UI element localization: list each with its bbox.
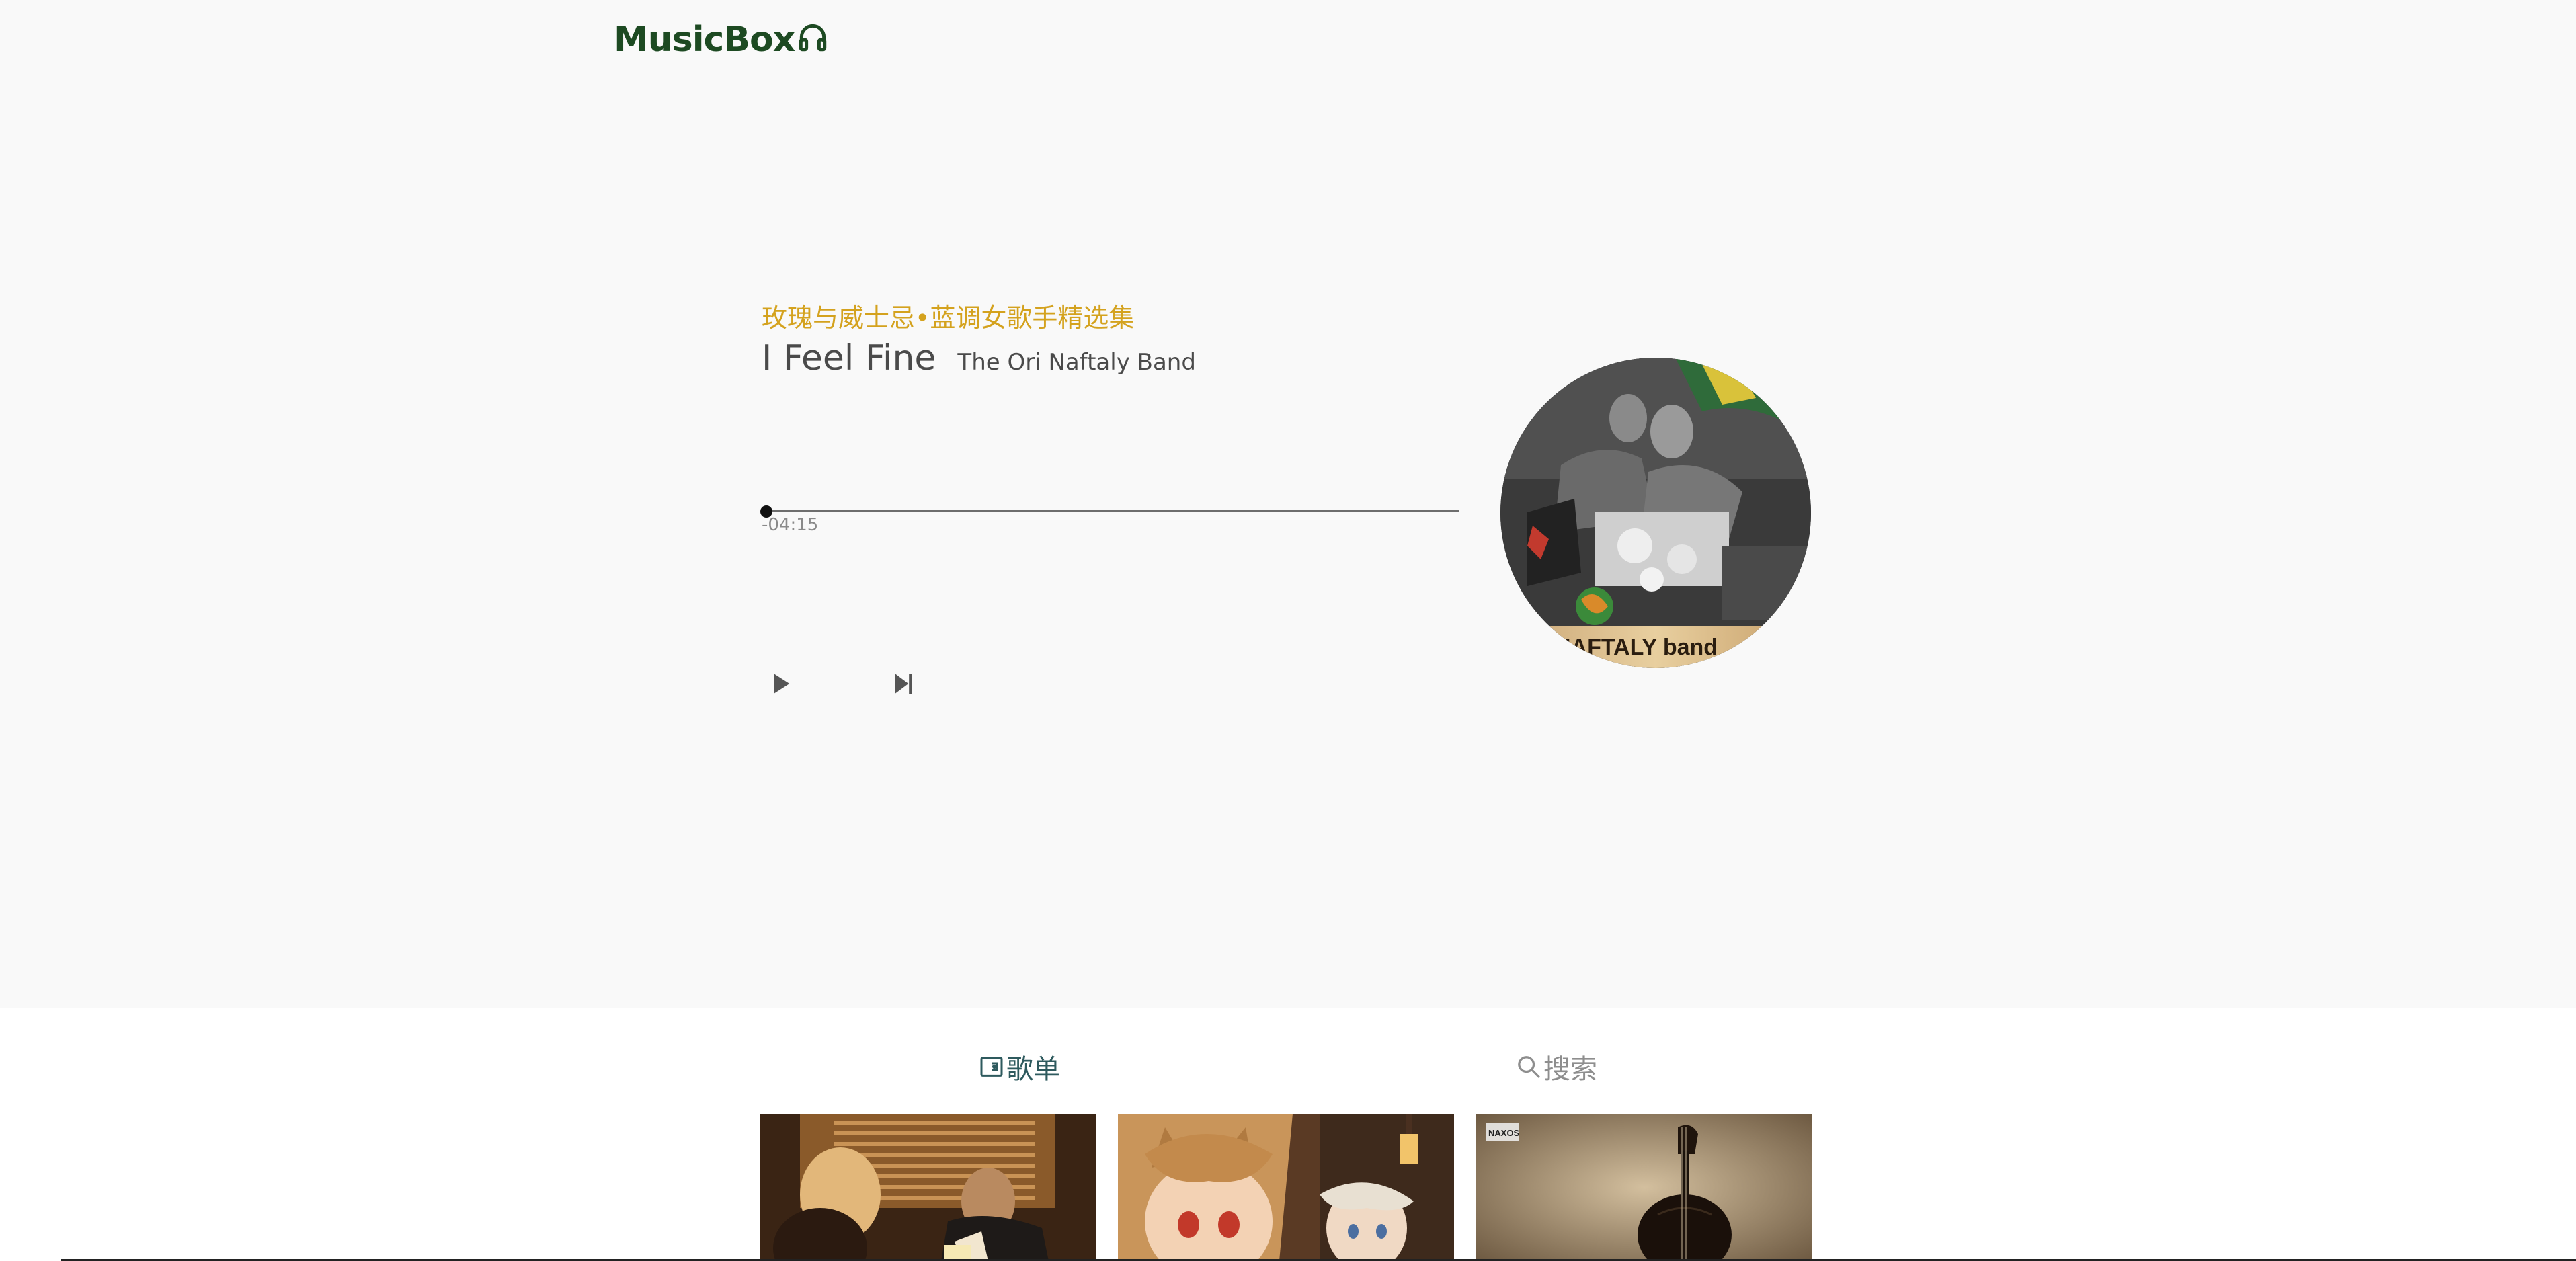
search-icon [1518, 1056, 1540, 1078]
logo-text: MusicBox [614, 19, 795, 60]
next-button[interactable] [883, 663, 923, 704]
headphones-icon [795, 16, 830, 63]
progress-track [762, 510, 1459, 512]
playlist-card[interactable]: NAXOS [1476, 1114, 1812, 1261]
playlist-icon [980, 1057, 1003, 1077]
album-art-text: NAFTALY band [1554, 635, 1718, 660]
playlist-cover-anime [1118, 1114, 1454, 1261]
playlist-cover-couple [760, 1114, 1096, 1261]
tab-playlist-label: 歌单 [1006, 1054, 1060, 1085]
naxos-badge: NAXOS [1488, 1128, 1520, 1138]
playlist-card[interactable] [1118, 1114, 1454, 1261]
player-section: MusicBox 玫瑰与威士忌•蓝调女歌手精选集 I Feel Fine The… [0, 0, 2576, 1008]
playlist-name[interactable]: 玫瑰与威士忌•蓝调女歌手精选集 [762, 297, 1134, 334]
song-info: I Feel Fine The Ori Naftaly Band [762, 338, 1196, 378]
progress-bar[interactable] [760, 505, 1459, 518]
time-remaining: -04:15 [762, 515, 819, 535]
tab-playlist[interactable]: 歌单 [978, 1047, 1060, 1086]
section-tabs: 歌单 搜索 [760, 1035, 1814, 1102]
play-icon [774, 674, 790, 694]
skip-next-icon [895, 674, 912, 694]
song-title: I Feel Fine [762, 338, 936, 378]
playlist-cards: NAXOS [760, 1114, 1814, 1261]
tab-search[interactable]: 搜索 [1515, 1047, 1597, 1086]
tab-search-label: 搜索 [1543, 1054, 1597, 1085]
playlist-card[interactable] [760, 1114, 1096, 1261]
app-logo[interactable]: MusicBox [614, 16, 830, 63]
play-button[interactable] [760, 663, 801, 704]
song-artist[interactable]: The Ori Naftaly Band [957, 349, 1196, 376]
album-art: NAFTALY band [1500, 358, 1811, 668]
